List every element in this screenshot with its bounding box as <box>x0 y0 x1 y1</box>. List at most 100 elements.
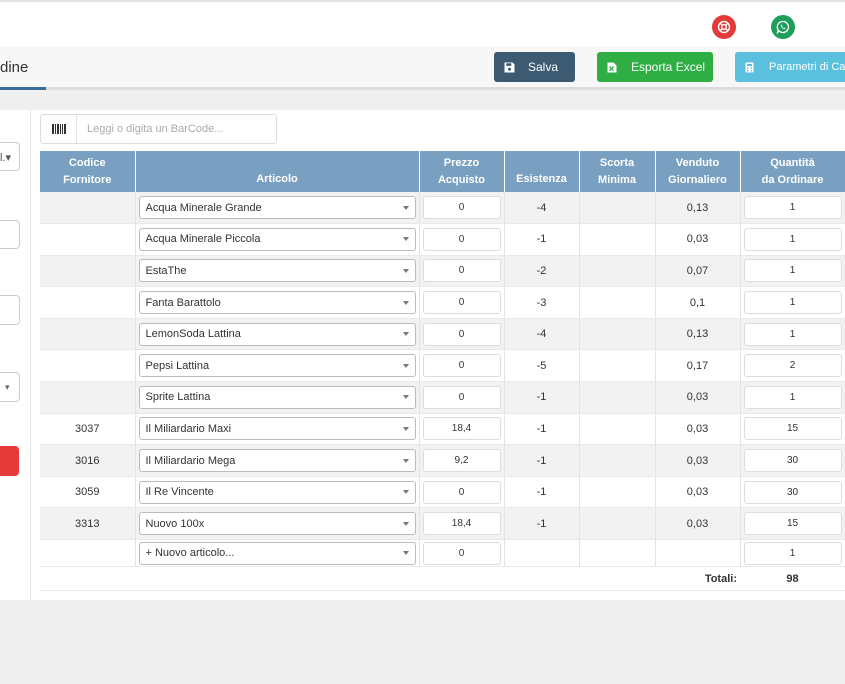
totals-label: Totali: <box>40 566 740 592</box>
cell-prezzo-acquisto: 0 <box>419 286 505 319</box>
prezzo-input[interactable]: 18,4 <box>422 417 501 441</box>
cell-venduto-giornaliero: 0,03 <box>655 507 741 541</box>
articolo-select[interactable]: Il Re Vincente <box>138 480 416 504</box>
cell-esistenza: -1 <box>504 476 580 509</box>
cell-scorta-minima <box>579 223 656 256</box>
cell-scorta-minima <box>579 444 656 477</box>
quantita-input[interactable]: 1 <box>743 196 842 220</box>
col-prezzo-acquisto[interactable]: Prezzo Acquisto <box>419 151 505 192</box>
cell-scorta-minima <box>579 192 656 225</box>
save-button[interactable]: Salva <box>494 52 575 82</box>
col-articolo[interactable]: Articolo <box>135 151 420 192</box>
quantita-input[interactable]: 15 <box>743 417 842 441</box>
articolo-select[interactable]: Pepsi Lattina <box>138 354 416 378</box>
caret-down-icon <box>402 300 409 305</box>
cell-esistenza: -3 <box>504 286 580 319</box>
lifebuoy-icon[interactable] <box>712 15 736 39</box>
save-button-label: Salva <box>528 60 559 74</box>
quantita-input[interactable]: 1 <box>743 385 842 409</box>
cell-prezzo-acquisto: 18,4 <box>419 507 505 541</box>
col-scorta-minima[interactable]: Scorta Minima <box>579 151 656 192</box>
cell-scorta-minima <box>579 507 656 541</box>
col-codice-fornitore[interactable]: Codice Fornitore <box>40 151 136 192</box>
cell-scorta-minima <box>579 476 656 509</box>
prezzo-input[interactable]: 0 <box>422 322 501 346</box>
articolo-select-value: Il Miliardario Maxi <box>145 422 232 435</box>
left-filter-select[interactable]: l.▾ <box>0 142 20 171</box>
prezzo-input[interactable]: 0 <box>422 385 501 409</box>
prezzo-input[interactable]: 0 <box>422 354 501 378</box>
caret-down-icon <box>402 395 409 400</box>
left-filter-dropdown[interactable]: ▾ <box>0 372 20 402</box>
whatsapp-icon[interactable] <box>771 15 795 39</box>
prezzo-input[interactable]: 0 <box>422 291 501 315</box>
prezzo-input[interactable]: 18,4 <box>422 512 501 536</box>
new-prezzo-input[interactable]: 0 <box>422 541 501 565</box>
left-filter-input-1[interactable] <box>0 220 20 249</box>
cell-scorta-minima <box>579 318 656 351</box>
cell-esistenza: -4 <box>504 318 580 351</box>
articolo-select[interactable]: Fanta Barattolo <box>138 291 416 315</box>
cell-quantita-da-ordinare: 1 <box>740 381 845 414</box>
quantita-input[interactable]: 1 <box>743 291 842 315</box>
cell-esistenza: -1 <box>504 223 580 256</box>
title-bar: dine Salva Esporta Excel Parametri di Ca… <box>0 46 845 90</box>
articolo-select[interactable]: Nuovo 100x <box>138 512 416 536</box>
prezzo-input[interactable]: 0 <box>422 480 501 504</box>
quantita-input[interactable]: 1 <box>743 227 842 251</box>
col-esistenza[interactable]: Esistenza <box>504 151 580 192</box>
cell-esistenza: -5 <box>504 349 580 383</box>
quantita-input[interactable]: 2 <box>743 354 842 378</box>
barcode-icon <box>41 115 77 143</box>
page-title: dine <box>0 59 29 76</box>
articolo-select[interactable]: Il Miliardario Maxi <box>138 417 416 441</box>
cell-prezzo-acquisto: 18,4 <box>419 413 505 446</box>
articolo-select-value: EstaThe <box>145 264 187 277</box>
quantita-input[interactable]: 1 <box>743 259 842 283</box>
barcode-input[interactable] <box>77 123 267 135</box>
table-row: 3059 Il Re Vincente 0 -1 0,03 30 <box>40 476 845 509</box>
left-action-button[interactable] <box>0 446 19 476</box>
articolo-select[interactable]: Acqua Minerale Grande <box>138 196 416 220</box>
cell-esistenza <box>504 539 580 568</box>
table-row: EstaThe 0 -2 0,07 1 <box>40 255 845 288</box>
prezzo-input[interactable]: 0 <box>422 227 501 251</box>
cell-articolo: Acqua Minerale Grande <box>135 192 420 225</box>
prezzo-input[interactable]: 0 <box>422 259 501 283</box>
col-venduto-giornaliero[interactable]: Venduto Giornaliero <box>655 151 741 192</box>
articolo-select[interactable]: Sprite Lattina <box>138 385 416 409</box>
new-article-select[interactable]: + Nuovo articolo... <box>138 541 416 565</box>
articolo-select[interactable]: EstaThe <box>138 259 416 283</box>
left-filter-input-2[interactable] <box>0 295 20 325</box>
articolo-select[interactable]: LemonSoda Lattina <box>138 322 416 346</box>
articolo-select-value: Pepsi Lattina <box>145 359 210 372</box>
barcode-field <box>40 114 277 144</box>
articolo-select[interactable]: Acqua Minerale Piccola <box>138 227 416 251</box>
cell-articolo: LemonSoda Lattina <box>135 318 420 351</box>
cell-quantita-da-ordinare: 1 <box>740 192 845 225</box>
excel-file-icon <box>607 62 618 73</box>
quantita-input[interactable]: 15 <box>743 512 842 536</box>
cell-esistenza: -1 <box>504 444 580 477</box>
cell-quantita-da-ordinare: 15 <box>740 507 845 541</box>
quantita-input[interactable]: 30 <box>743 449 842 473</box>
quantita-input[interactable]: 1 <box>743 322 842 346</box>
col-header-text: Venduto <box>675 156 720 169</box>
export-excel-button[interactable]: Esporta Excel <box>597 52 713 82</box>
col-quantita-da-ordinare[interactable]: Quantità da Ordinare <box>740 151 845 192</box>
articolo-select[interactable]: Il Miliardario Mega <box>138 449 416 473</box>
cell-venduto-giornaliero: 0,07 <box>655 255 741 288</box>
prezzo-input[interactable]: 9,2 <box>422 449 501 473</box>
cell-esistenza: -1 <box>504 507 580 541</box>
cell-quantita-da-ordinare: 1 <box>740 286 845 319</box>
prezzo-input[interactable]: 0 <box>422 196 501 220</box>
table-row: LemonSoda Lattina 0 -4 0,13 1 <box>40 318 845 351</box>
quantita-input[interactable]: 30 <box>743 480 842 504</box>
cell-articolo: Fanta Barattolo <box>135 286 420 319</box>
cell-articolo: EstaThe <box>135 255 420 288</box>
export-excel-button-label: Esporta Excel <box>631 60 706 74</box>
articolo-select-value: Sprite Lattina <box>145 391 211 404</box>
active-tab-underline <box>0 87 46 90</box>
new-quantita-input[interactable]: 1 <box>743 541 842 565</box>
calc-parameters-button[interactable]: Parametri di Calc <box>735 52 845 82</box>
